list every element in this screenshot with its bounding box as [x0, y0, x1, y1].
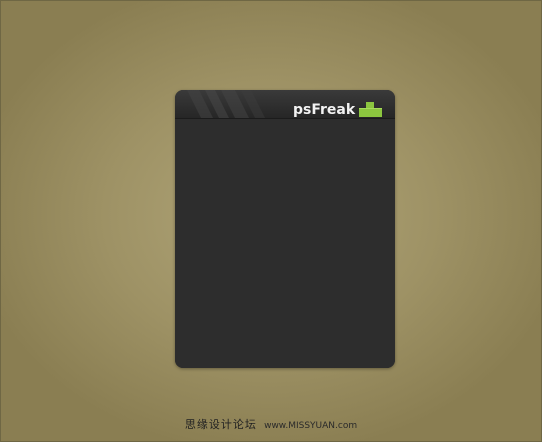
cross-block-logo-icon: [359, 102, 382, 117]
psfreak-widget-panel: psFreak: [175, 90, 395, 368]
widget-content-area: [175, 119, 395, 368]
footer-site-name: 思缘设计论坛: [184, 418, 257, 431]
footer-credit: 思缘设计论坛 www.MISSYUAN.com: [0, 418, 542, 433]
widget-header: psFreak: [175, 90, 395, 119]
brand-name: psFreak: [293, 102, 356, 118]
footer-site-url[interactable]: www.MISSYUAN.com: [264, 421, 357, 431]
